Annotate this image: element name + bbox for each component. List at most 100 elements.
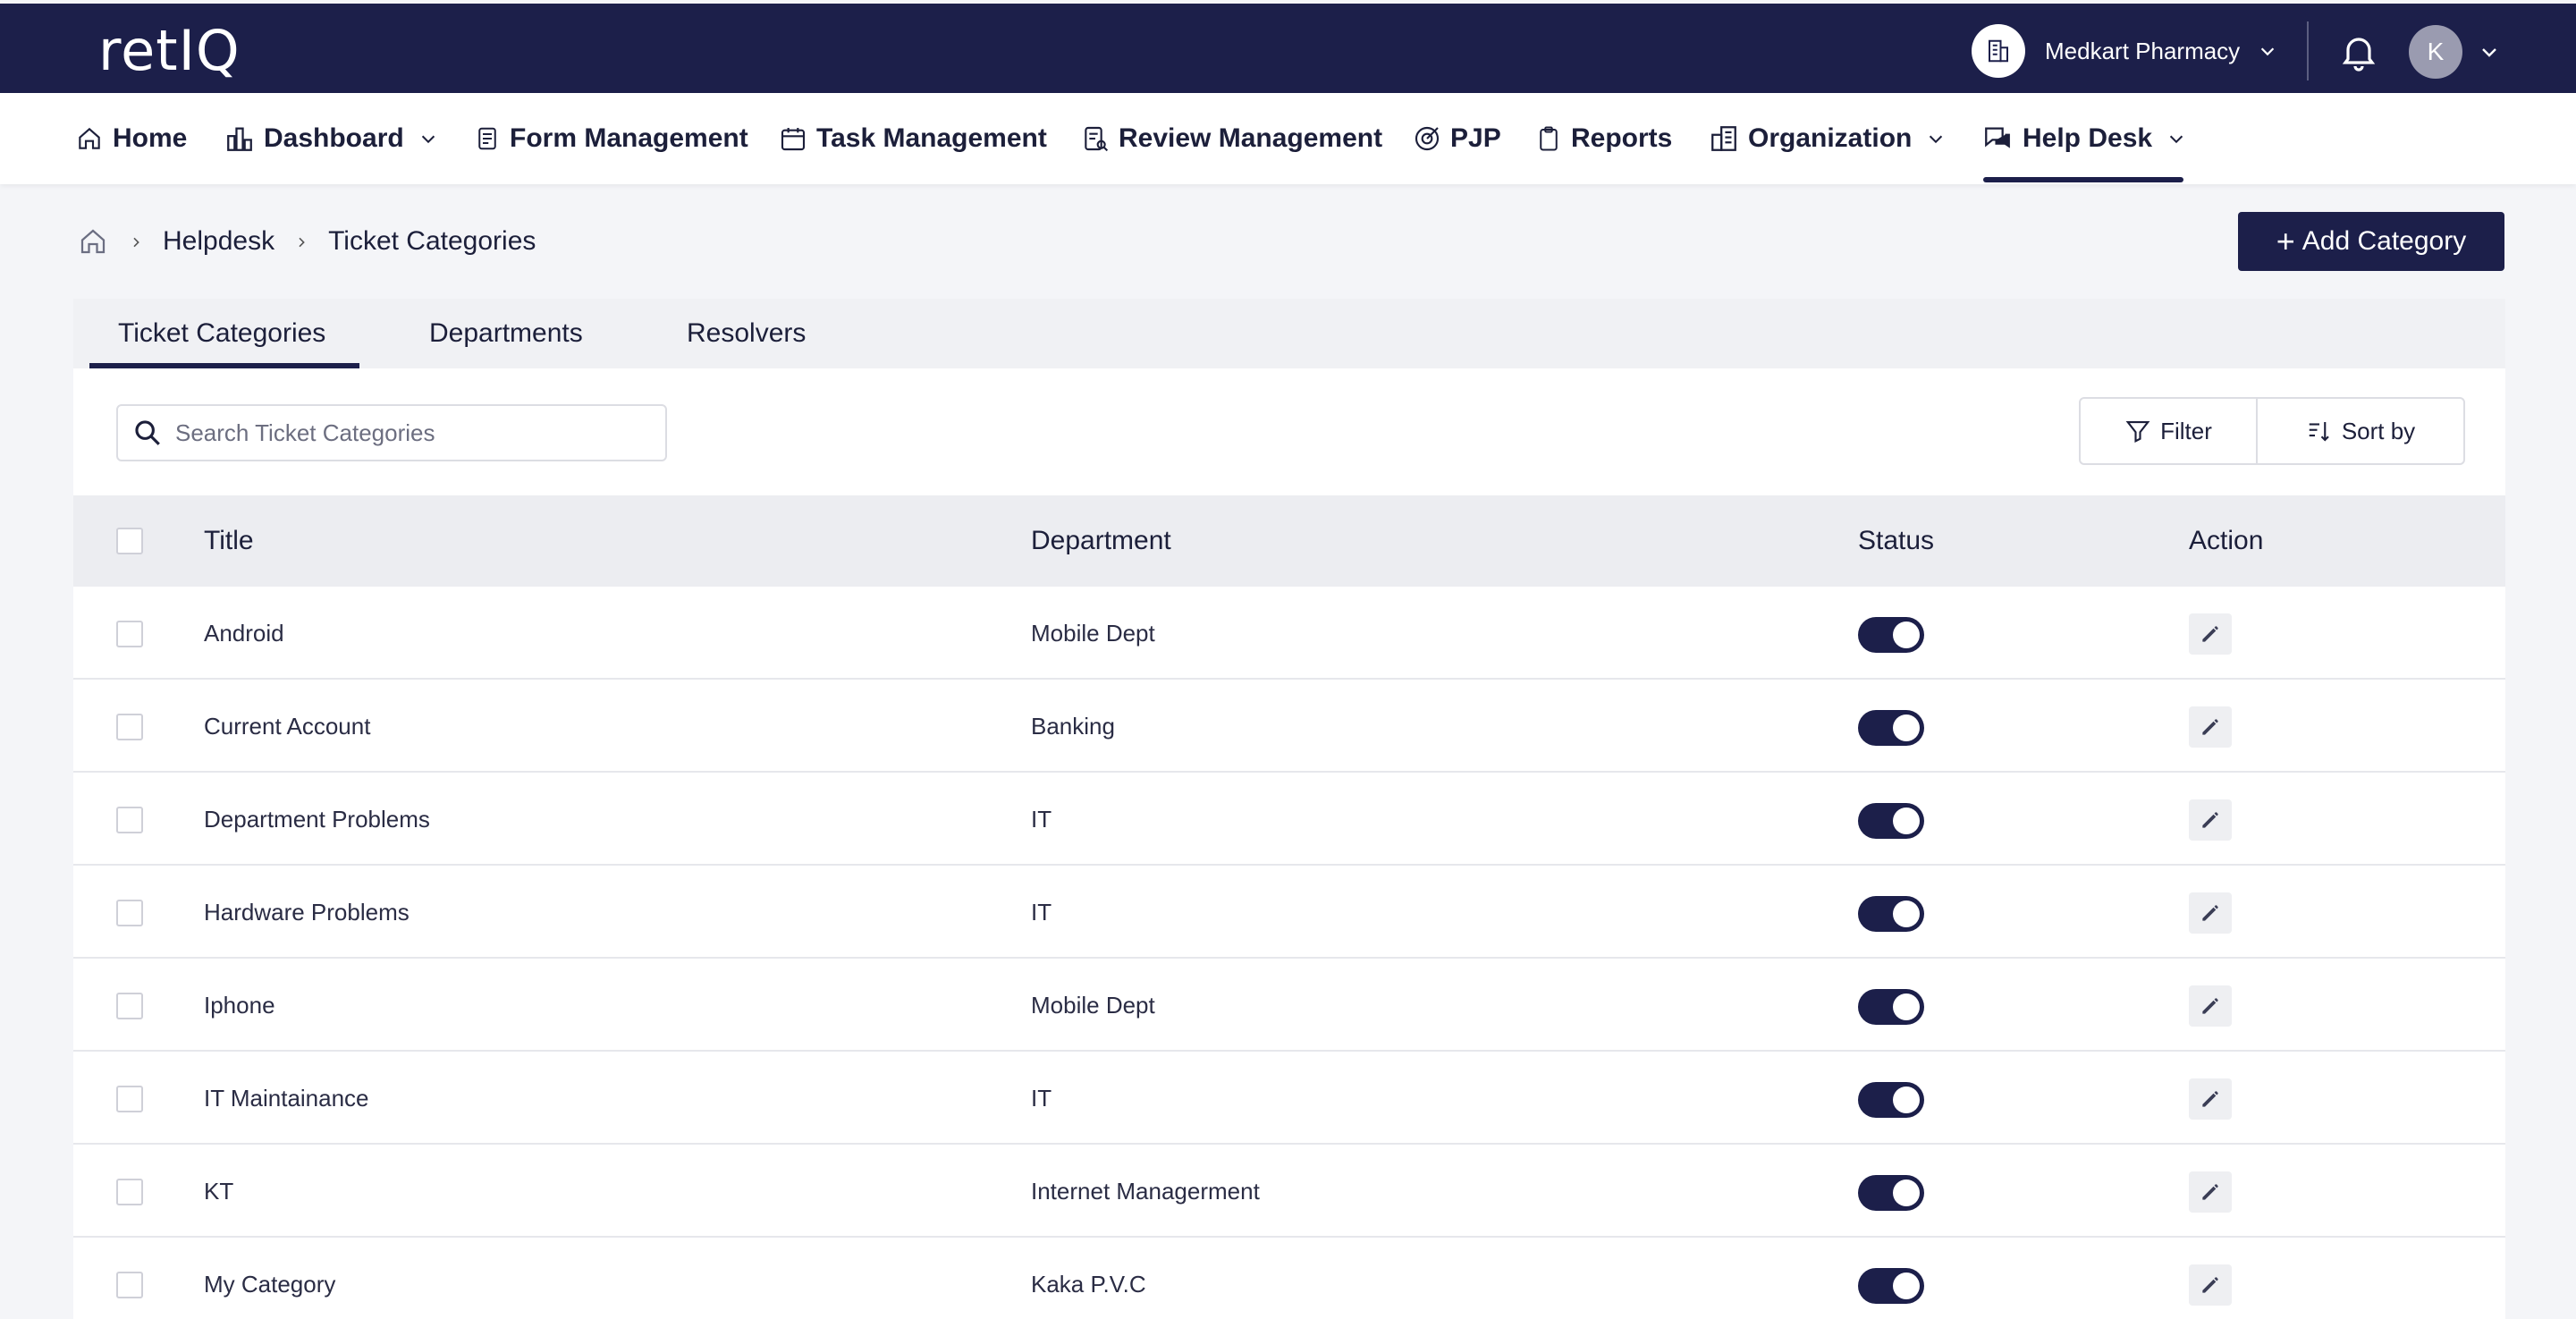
filter-sort-group: Filter Sort by (2079, 397, 2465, 465)
status-toggle[interactable] (1858, 710, 1924, 746)
chevron-down-icon[interactable] (2479, 41, 2500, 63)
breadcrumb-current: Ticket Categories (328, 226, 536, 256)
row-checkbox[interactable] (116, 621, 143, 647)
sort-label: Sort by (2341, 417, 2416, 444)
nav-item-form-management[interactable]: Form Management (474, 93, 748, 184)
table-row: Android Mobile Dept (73, 587, 2505, 680)
building-icon (1972, 24, 2025, 78)
row-title: Iphone (204, 991, 275, 1019)
home-icon (79, 127, 100, 149)
status-toggle[interactable] (1858, 1175, 1924, 1211)
pencil-icon (2202, 626, 2218, 642)
main-nav: Home Dashboard Form Management Task Mana… (0, 93, 2576, 184)
table-row: IT Maintainance IT (73, 1052, 2505, 1145)
tab-resolvers[interactable]: Resolvers (687, 299, 806, 368)
row-department: IT (1031, 805, 1052, 833)
chevron-right-icon (294, 226, 308, 257)
brand-logo[interactable]: retIQ (98, 18, 241, 83)
row-checkbox[interactable] (116, 714, 143, 740)
home-icon[interactable] (77, 225, 109, 258)
filter-label: Filter (2160, 417, 2212, 444)
divider (2307, 21, 2309, 80)
row-checkbox[interactable] (116, 900, 143, 926)
status-toggle[interactable] (1858, 1082, 1924, 1118)
nav-label: Help Desk (2023, 123, 2153, 153)
nav-label: Form Management (510, 123, 748, 153)
nav-item-home[interactable]: Home (75, 93, 187, 184)
chart-icon (227, 127, 252, 151)
nav-item-review-management[interactable]: Review Management (1081, 93, 1382, 184)
add-category-button[interactable]: + Add Category (2238, 212, 2504, 271)
sort-button[interactable]: Sort by (2258, 399, 2463, 463)
search-box[interactable] (116, 404, 667, 461)
column-action: Action (2189, 526, 2264, 555)
nav-item-organization[interactable]: Organization (1709, 93, 1946, 184)
status-toggle[interactable] (1858, 617, 1924, 653)
nav-item-pjp[interactable]: PJP (1413, 93, 1501, 184)
row-checkbox[interactable] (116, 1272, 143, 1298)
nav-item-task-management[interactable]: Task Management (779, 93, 1047, 184)
edit-button[interactable] (2189, 613, 2232, 655)
row-checkbox[interactable] (116, 993, 143, 1019)
nav-label: Task Management (816, 123, 1047, 153)
edit-button[interactable] (2189, 799, 2232, 841)
chevron-down-icon (2260, 47, 2275, 56)
store-selector[interactable]: Medkart Pharmacy (1972, 23, 2277, 79)
table-row: Current Account Banking (73, 680, 2505, 773)
search-icon (135, 420, 160, 445)
status-toggle[interactable] (1858, 989, 1924, 1025)
clipboard-icon (1540, 126, 1558, 151)
column-status[interactable]: Status (1858, 495, 1934, 587)
nav-label: PJP (1450, 123, 1501, 153)
chat-icon (1985, 127, 2010, 148)
status-toggle[interactable] (1858, 1268, 1924, 1304)
row-department: IT (1031, 898, 1052, 926)
edit-button[interactable] (2189, 892, 2232, 934)
tab-bar: Ticket Categories Departments Resolvers (73, 299, 2505, 368)
row-department: Banking (1031, 712, 1115, 740)
chevron-down-icon (1930, 135, 1943, 144)
nav-label: Reports (1571, 123, 1673, 153)
row-title: Hardware Problems (204, 898, 410, 926)
search-input[interactable] (175, 419, 658, 447)
pencil-icon (2202, 1184, 2218, 1200)
breadcrumb-helpdesk[interactable]: Helpdesk (163, 226, 274, 257)
edit-button[interactable] (2189, 1264, 2232, 1306)
tab-departments[interactable]: Departments (429, 299, 583, 368)
route-icon (1415, 126, 1440, 151)
tab-ticket-categories[interactable]: Ticket Categories (118, 299, 325, 368)
status-toggle[interactable] (1858, 803, 1924, 839)
row-checkbox[interactable] (116, 1179, 143, 1205)
breadcrumb: Helpdesk Ticket Categories (77, 222, 536, 261)
nav-item-dashboard[interactable]: Dashboard (224, 93, 438, 184)
pencil-icon (2202, 719, 2218, 735)
calendar-icon (781, 128, 806, 151)
edit-button[interactable] (2189, 1078, 2232, 1120)
nav-item-reports[interactable]: Reports (1535, 93, 1672, 184)
status-toggle[interactable] (1858, 896, 1924, 932)
row-title: My Category (204, 1270, 336, 1298)
edit-button[interactable] (2189, 706, 2232, 748)
avatar[interactable]: K (2409, 25, 2462, 79)
table-header: Title Department Status Action (73, 495, 2505, 587)
chevron-right-icon (129, 226, 143, 257)
nav-item-help-desk[interactable]: Help Desk (1981, 93, 2186, 184)
content-panel: Filter Sort by Title Department Status A… (73, 368, 2505, 1319)
edit-button[interactable] (2189, 1171, 2232, 1213)
add-category-label: Add Category (2302, 226, 2467, 256)
column-title[interactable]: Title (204, 495, 254, 587)
row-department: Kaka P.V.C (1031, 1270, 1146, 1298)
edit-button[interactable] (2189, 985, 2232, 1027)
row-department: Internet Managerment (1031, 1177, 1260, 1205)
select-all-checkbox[interactable] (116, 528, 143, 554)
table-row: Hardware Problems IT (73, 866, 2505, 959)
row-checkbox[interactable] (116, 1086, 143, 1112)
form-icon (478, 127, 496, 150)
row-checkbox[interactable] (116, 807, 143, 833)
bell-icon[interactable] (2337, 30, 2380, 73)
filter-button[interactable]: Filter (2081, 399, 2258, 463)
row-title: Android (204, 619, 284, 647)
column-department[interactable]: Department (1031, 495, 1171, 587)
pencil-icon (2202, 998, 2218, 1014)
chevron-down-icon (421, 135, 435, 144)
